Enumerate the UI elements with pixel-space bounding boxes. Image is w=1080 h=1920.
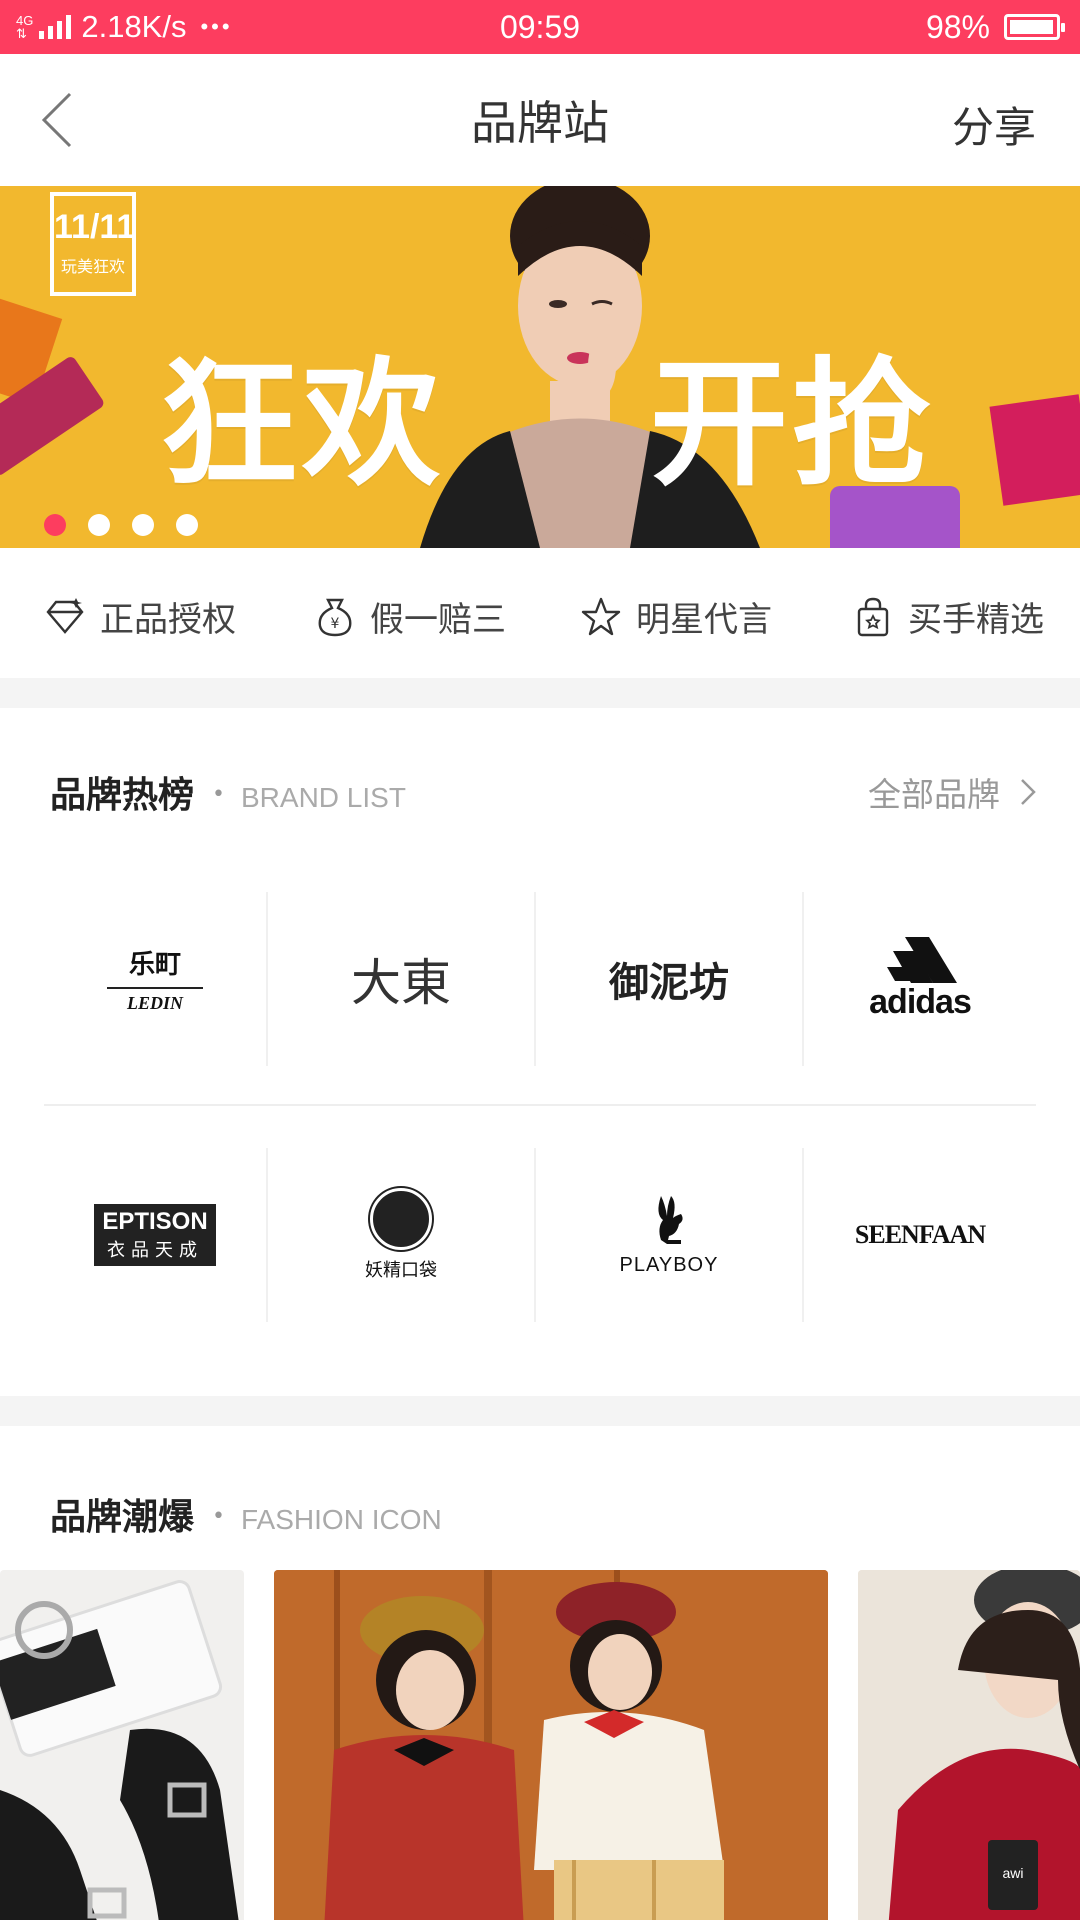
page-title: 品牌站 bbox=[471, 96, 609, 150]
chevron-right-icon bbox=[1021, 779, 1036, 805]
guarantee-buyer: 买手精选 bbox=[852, 592, 1044, 641]
adidas-logo: adidas bbox=[865, 936, 975, 1022]
brand-row: 乐町 LEDIN 大東 御泥坊 adidas bbox=[44, 892, 1036, 1066]
dadong-logo: 大東 bbox=[351, 954, 451, 1012]
brand-grid: 乐町 LEDIN 大東 御泥坊 adidas EPTISON 衣品天成 妖精口袋… bbox=[44, 892, 1036, 1322]
share-button[interactable]: 分享 bbox=[952, 94, 1036, 155]
yunifang-logo: 御泥坊 bbox=[609, 960, 729, 1006]
all-brands-label: 全部品牌 bbox=[868, 775, 1000, 814]
guarantee-label: 明星代言 bbox=[636, 600, 772, 640]
model-sweater-photo: awi bbox=[858, 1570, 1080, 1920]
fashion-card[interactable]: awi bbox=[858, 1570, 1080, 1920]
double-eleven-badge: 11/11 玩美狂欢 bbox=[50, 192, 136, 296]
models-photo bbox=[274, 1570, 828, 1920]
adidas-stripes-icon bbox=[887, 936, 957, 983]
brand-ledin[interactable]: 乐町 LEDIN bbox=[44, 892, 268, 1066]
separator-dot: • bbox=[212, 782, 225, 807]
guarantee-label: 假一赔三 bbox=[370, 600, 506, 640]
badge-number: 11/11 bbox=[54, 208, 136, 246]
star-icon bbox=[581, 597, 621, 635]
promo-banner[interactable]: 11/11 玩美狂欢 狂欢 开抢 bbox=[0, 186, 1080, 548]
brand-yaojing[interactable]: 妖精口袋 bbox=[268, 1148, 536, 1322]
section-subtitle: BRAND LIST bbox=[241, 782, 406, 813]
brand-name-en: EPTISON bbox=[102, 1208, 208, 1235]
guarantee-authorized: 正品授权 bbox=[44, 592, 236, 641]
section-header: 品牌热榜 • BRAND LIST bbox=[50, 766, 406, 818]
guarantee-bar: 正品授权 ¥ 假一赔三 明星代言 买手精选 bbox=[0, 548, 1080, 678]
all-brands-link[interactable]: 全部品牌 bbox=[868, 768, 1040, 816]
banner-headline-right: 开抢 bbox=[650, 344, 935, 505]
brand-adidas[interactable]: adidas bbox=[804, 892, 1036, 1066]
brand-yunifang[interactable]: 御泥坊 bbox=[536, 892, 804, 1066]
status-bar: 4G ⇅ 2.18K/s ••• 09:59 98% bbox=[0, 0, 1080, 54]
guarantee-celebrity: 明星代言 bbox=[580, 592, 772, 641]
ledin-logo: 乐町 LEDIN bbox=[107, 944, 203, 1014]
shopping-bag-icon bbox=[857, 597, 889, 636]
brand-playboy[interactable]: PLAYBOY bbox=[536, 1148, 804, 1322]
battery-percent: 98% bbox=[925, 8, 990, 45]
carousel-dot[interactable] bbox=[44, 514, 66, 536]
fashion-carousel[interactable]: awi bbox=[0, 1570, 1080, 1920]
grid-divider bbox=[44, 1104, 1036, 1106]
logo-divider bbox=[107, 987, 203, 989]
carousel-dot[interactable] bbox=[176, 514, 198, 536]
fashion-icon-section: 品牌潮爆 • FASHION ICON awi bbox=[0, 1426, 1080, 1920]
guarantee-compensation: ¥ 假一赔三 bbox=[314, 592, 506, 641]
brand-seenfaan[interactable]: SEENFAAN bbox=[804, 1148, 1036, 1322]
carousel-dot[interactable] bbox=[132, 514, 154, 536]
svg-text:awi: awi bbox=[1002, 1865, 1023, 1881]
fashion-card[interactable] bbox=[274, 1570, 828, 1920]
battery-icon bbox=[1004, 14, 1065, 40]
decor-box bbox=[989, 394, 1080, 506]
guarantee-label: 买手精选 bbox=[908, 600, 1044, 640]
playboy-logo: PLAYBOY bbox=[620, 1194, 719, 1277]
badge-text: 玩美狂欢 bbox=[60, 257, 125, 276]
brand-list-section: 品牌热榜 • BRAND LIST 全部品牌 乐町 LEDIN 大東 御泥坊 a… bbox=[0, 708, 1080, 1396]
money-bag-icon: ¥ bbox=[318, 598, 352, 636]
brand-name-en: PLAYBOY bbox=[619, 1253, 719, 1276]
brand-name-cn: 乐町 bbox=[128, 950, 181, 980]
navigation-bar: 品牌站 分享 bbox=[0, 54, 1080, 186]
fashion-card[interactable] bbox=[0, 1570, 244, 1920]
shoes-photo bbox=[0, 1580, 239, 1920]
chevron-left-icon[interactable] bbox=[38, 90, 78, 150]
brand-eptison[interactable]: EPTISON 衣品天成 bbox=[44, 1148, 268, 1322]
brand-name-cn: 衣品天成 bbox=[106, 1240, 203, 1261]
guarantee-label: 正品授权 bbox=[100, 600, 236, 640]
seenfaan-logo: SEENFAAN bbox=[854, 1220, 986, 1249]
section-subtitle: FASHION ICON bbox=[241, 1504, 442, 1535]
status-right: 98% bbox=[925, 0, 1065, 54]
section-header: 品牌潮爆 • FASHION ICON bbox=[50, 1488, 442, 1540]
eptison-logo: EPTISON 衣品天成 bbox=[94, 1204, 216, 1266]
section-title: 品牌热榜 bbox=[50, 775, 195, 816]
yaojing-logo: 妖精口袋 bbox=[365, 1188, 437, 1282]
section-title: 品牌潮爆 bbox=[50, 1497, 195, 1538]
brand-station-page: 4G ⇅ 2.18K/s ••• 09:59 98% 品牌站 分享 11/11 … bbox=[0, 0, 1080, 1920]
brand-row: EPTISON 衣品天成 妖精口袋 PLAYBOY SEENFAAN bbox=[44, 1148, 1036, 1322]
bunny-icon bbox=[658, 1195, 683, 1244]
carousel-dots[interactable] bbox=[44, 514, 198, 536]
separator-dot: • bbox=[212, 1504, 225, 1529]
decor-bag bbox=[830, 486, 960, 548]
diamond-icon bbox=[46, 597, 84, 634]
status-time: 09:59 bbox=[499, 8, 581, 45]
brand-name-en: LEDIN bbox=[126, 993, 183, 1013]
fairy-bag-emblem-icon bbox=[370, 1188, 432, 1250]
svg-text:¥: ¥ bbox=[331, 616, 340, 632]
brand-name-en: adidas bbox=[869, 982, 972, 1021]
carousel-dot[interactable] bbox=[88, 514, 110, 536]
brand-dadong[interactable]: 大東 bbox=[268, 892, 536, 1066]
brand-name-cn: 妖精口袋 bbox=[365, 1260, 437, 1281]
